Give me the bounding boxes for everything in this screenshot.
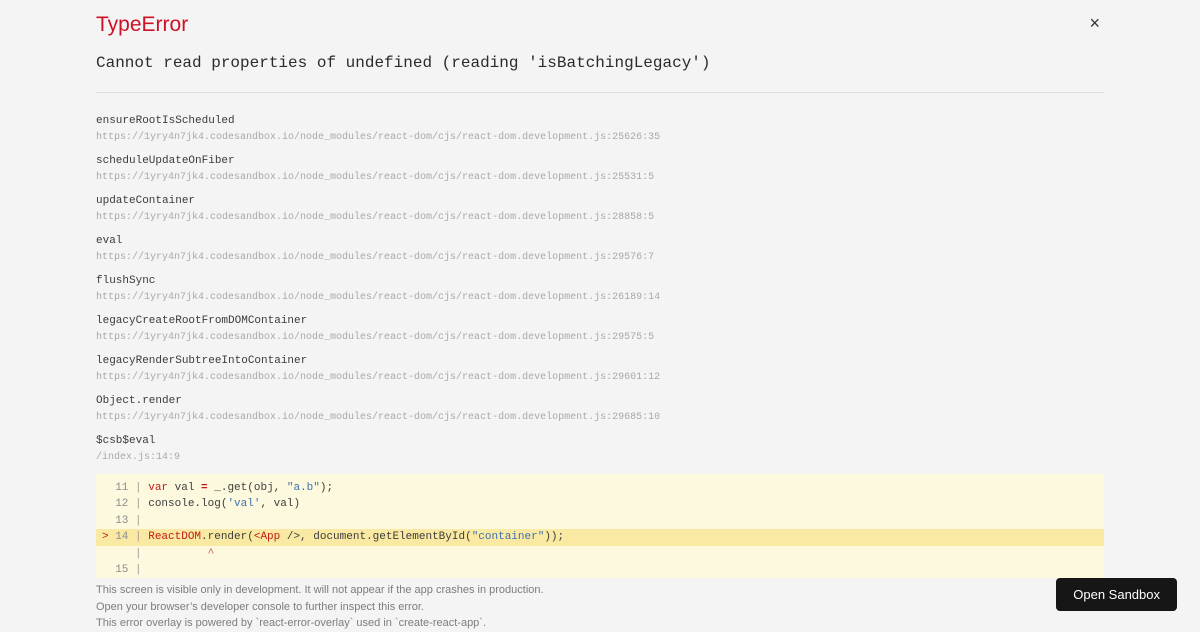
open-sandbox-button[interactable]: Open Sandbox (1056, 578, 1177, 611)
stack-function-name: updateContainer (96, 195, 196, 207)
stack-source-location: https://1yry4n7jk4.codesandbox.io/node_m… (96, 292, 661, 303)
stack-source-location: https://1yry4n7jk4.codesandbox.io/node_m… (96, 412, 661, 423)
stack-entry: ensureRootIsScheduled https://1yry4n7jk4.… (96, 114, 1104, 144)
error-title: TypeError (96, 13, 189, 36)
close-icon[interactable]: × (1089, 14, 1100, 32)
stack-function-name: legacyCreateRootFromDOMContainer (96, 315, 308, 327)
stack-source-location: https://1yry4n7jk4.codesandbox.io/node_m… (96, 252, 655, 263)
stack-entry: updateContainer https://1yry4n7jk4.codesa… (96, 194, 1104, 224)
stack-source-location: https://1yry4n7jk4.codesandbox.io/node_m… (96, 132, 661, 143)
line-number: 12 (115, 498, 129, 511)
divider (96, 92, 1104, 93)
error-message: Cannot read properties of undefined (rea… (96, 54, 711, 72)
code-line: 13 | (115, 514, 149, 527)
stack-source-location: https://1yry4n7jk4.codesandbox.io/node_m… (96, 372, 661, 383)
footer-notes: This screen is visible only in developme… (96, 582, 1104, 632)
code-line: 15 | (115, 564, 149, 577)
stack-function-name: flushSync (96, 275, 156, 287)
stack-function-name: eval (96, 235, 123, 247)
stack-function-name: scheduleUpdateOnFiber (96, 155, 235, 167)
stack-entry: eval https://1yry4n7jk4.codesandbox.io/no… (96, 234, 1104, 264)
code-frame: 11 | var val = _.get(obj, "a.b"); 12 | c… (96, 474, 1104, 578)
stack-source-location: https://1yry4n7jk4.codesandbox.io/node_m… (96, 332, 655, 343)
code-line: | ^ (96, 546, 1104, 562)
stack-function-name: $csb$eval (96, 435, 156, 447)
stack-entry: legacyRenderSubtreeIntoContainer https://… (96, 354, 1104, 384)
stack-function-name: ensureRootIsScheduled (96, 115, 235, 127)
error-overlay: TypeError × Cannot read properties of un… (96, 0, 1104, 632)
line-number: 13 (115, 514, 129, 527)
code-line: 12 | console.log('val', val) (115, 498, 301, 511)
stack-entry: Object.render https://1yry4n7jk4.codesand… (96, 394, 1104, 424)
stack-source-location: https://1yry4n7jk4.codesandbox.io/node_m… (96, 212, 655, 223)
stack-entry: flushSync https://1yry4n7jk4.codesandbox.… (96, 274, 1104, 304)
footer-note: Open your browser’s developer console to… (96, 600, 424, 613)
stack-source-location: https://1yry4n7jk4.codesandbox.io/node_m… (96, 172, 655, 183)
stack-source-location: /index.js:14:9 (96, 452, 181, 463)
stack-function-name: Object.render (96, 395, 182, 407)
line-number (115, 548, 128, 560)
stack-entry: scheduleUpdateOnFiber https://1yry4n7jk4.… (96, 154, 1104, 184)
stack-entry: legacyCreateRootFromDOMContainer https://… (96, 314, 1104, 344)
stack-function-name: legacyRenderSubtreeIntoContainer (96, 355, 308, 367)
stack-trace: ensureRootIsScheduled https://1yry4n7jk4.… (96, 114, 1104, 464)
code-line: 11 | var val = _.get(obj, "a.b"); (115, 482, 334, 494)
line-number: 11 (115, 482, 129, 494)
line-number: 15 (115, 564, 129, 577)
footer-note: This error overlay is powered by `react-… (96, 617, 487, 629)
code-line: > 14 | ReactDOM.render(<App />, document… (96, 529, 1104, 546)
footer-note: This screen is visible only in developme… (96, 584, 544, 596)
line-number: 14 (115, 531, 129, 544)
stack-entry: $csb$eval/index.js:14:9 (96, 434, 1104, 464)
